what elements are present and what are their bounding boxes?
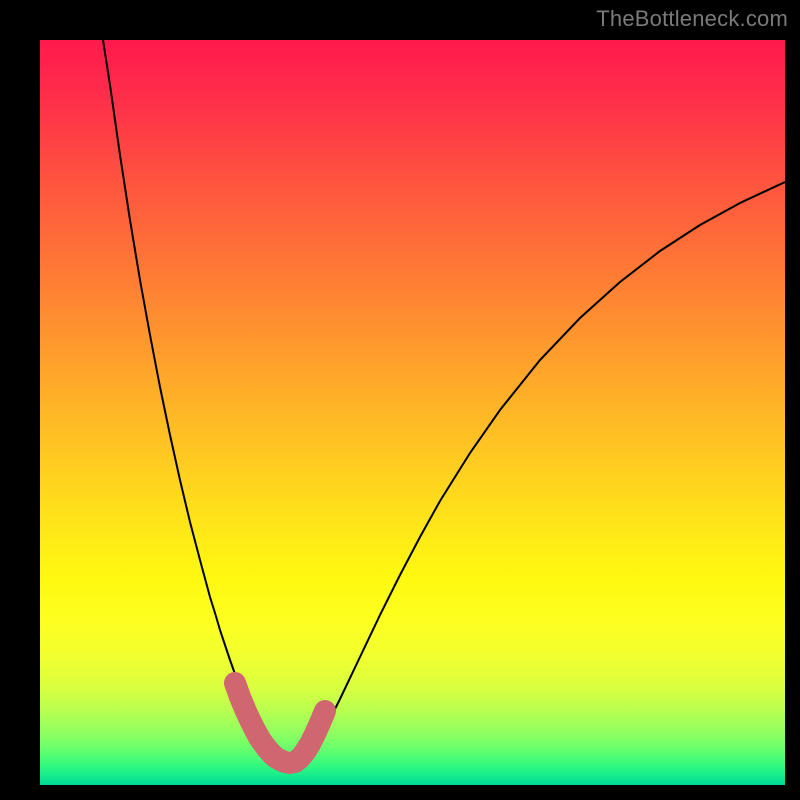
plot-area [40,40,785,785]
bottleneck-curve [103,40,785,764]
chart-svg [40,40,785,785]
bottleneck-marker [235,683,325,763]
watermark-text: TheBottleneck.com [596,6,788,32]
chart-frame: TheBottleneck.com [0,0,800,800]
